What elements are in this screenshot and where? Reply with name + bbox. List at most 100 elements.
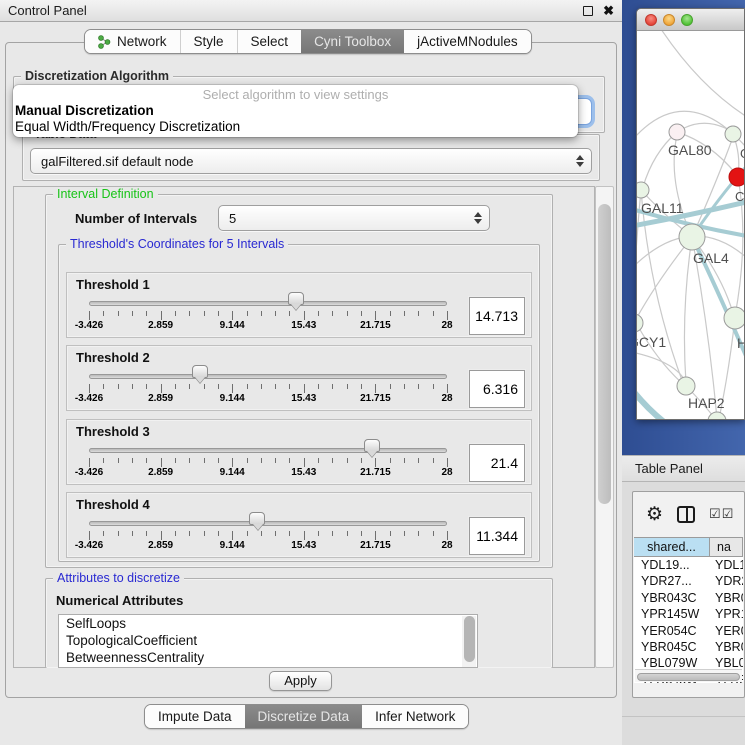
network-node[interactable] (637, 182, 649, 198)
table-row[interactable]: YER054CYER0 (634, 623, 743, 639)
columns-icon[interactable] (677, 506, 695, 523)
scrollbar-thumb[interactable] (598, 204, 611, 504)
cell-shared-name[interactable]: YDL19... (634, 557, 710, 573)
threshold-slider[interactable]: -3.4262.8599.14415.4321.71528 (89, 493, 447, 559)
attribute-item[interactable]: BetweennessCentrality (59, 649, 477, 666)
tab-network[interactable]: Network (85, 30, 180, 53)
network-node-label: GCY1 (637, 334, 666, 350)
tab-infer-network[interactable]: Infer Network (362, 705, 468, 728)
cell-name[interactable]: YDR2 (710, 573, 743, 589)
slider-track[interactable] (89, 301, 447, 306)
attributes-list-scrollbar[interactable] (462, 616, 476, 668)
apply-button[interactable]: Apply (269, 671, 332, 691)
cell-name[interactable]: YBR0 (710, 639, 743, 655)
cell-name[interactable]: YPR1 (710, 606, 743, 622)
slider-thumb-icon[interactable] (288, 292, 304, 305)
network-node[interactable] (724, 307, 744, 329)
tab-jactivemnodules[interactable]: jActiveMNodules (404, 30, 531, 53)
cell-shared-name[interactable]: YBR045C (634, 639, 710, 655)
dropdown-hint: Select algorithm to view settings (13, 87, 578, 103)
table-panel-titlebar: Table Panel (622, 455, 745, 482)
slider-ticks (89, 531, 447, 540)
threshold-value-field[interactable]: 14.713 (469, 297, 525, 335)
network-edge[interactable] (637, 321, 683, 384)
network-node[interactable] (679, 224, 705, 250)
column-header-shared[interactable]: shared... (634, 537, 710, 557)
table-data-combobox[interactable]: galFiltered.sif default node (30, 148, 592, 174)
minimize-traffic-light-icon[interactable] (663, 14, 675, 26)
dropdown-option-manual[interactable]: Manual Discretization (13, 103, 578, 119)
network-edge[interactable] (657, 31, 744, 123)
tab-select[interactable]: Select (237, 30, 302, 53)
tick-label: 2.859 (148, 320, 173, 331)
slider-track[interactable] (89, 521, 447, 526)
cell-name[interactable]: YBR0 (710, 590, 743, 606)
slider-thumb-icon[interactable] (249, 512, 265, 525)
threshold-row: Threshold 4 -3.4262.8599.14415.4321.7152… (66, 492, 532, 558)
table-row[interactable]: YDL19...YDL1 (634, 557, 743, 573)
slider-tick-labels: -3.4262.8599.14415.4321.71528 (89, 540, 447, 553)
table-row[interactable]: YPR145WYPR1 (634, 606, 743, 622)
cell-shared-name[interactable]: YPR145W (634, 606, 710, 622)
table-panel-inner: ⚙ ☑☑ shared... na YDL19...YDL1YDR27...YD… (632, 491, 745, 698)
cell-shared-name[interactable]: YER054C (634, 623, 710, 639)
thresholds-group-title: Threshold's Coordinates for 5 Intervals (66, 237, 288, 251)
tick-label: 21.715 (360, 320, 391, 331)
table-horizontal-scrollbar[interactable] (635, 669, 742, 682)
scrollbar-thumb[interactable] (464, 616, 475, 662)
attribute-item[interactable]: SelfLoops (59, 615, 477, 632)
network-edge[interactable] (643, 132, 677, 187)
tick-label: 28 (441, 467, 452, 478)
tab-cyni-toolbox[interactable]: Cyni Toolbox (301, 30, 404, 53)
dropdown-option-equal-width[interactable]: Equal Width/Frequency Discretization (13, 119, 578, 135)
node-table[interactable]: shared... na YDL19...YDL1YDR27...YDR2YBR… (634, 537, 743, 683)
table-row[interactable]: YBR045CYBR0 (634, 639, 743, 655)
close-traffic-light-icon[interactable] (645, 14, 657, 26)
threshold-value-field[interactable]: 21.4 (469, 444, 525, 482)
network-edge[interactable] (637, 237, 692, 321)
network-edge[interactable] (684, 237, 692, 383)
tab-style[interactable]: Style (180, 30, 237, 53)
column-header-name[interactable]: na (710, 537, 743, 557)
threshold-slider[interactable]: -3.4262.8599.14415.4321.71528 (89, 273, 447, 339)
network-view-window[interactable]: GAL80GACGAL11GAL4GCY1HHAP2 (636, 8, 745, 420)
slider-track[interactable] (89, 448, 447, 453)
tick-label: 9.144 (220, 540, 245, 551)
cell-shared-name[interactable]: YBR043C (634, 590, 710, 606)
tick-label: 21.715 (360, 467, 391, 478)
settings-vertical-scrollbar[interactable] (595, 186, 614, 668)
numerical-attributes-list[interactable]: SelfLoopsTopologicalCoefficientBetweenne… (58, 614, 478, 668)
zoom-traffic-light-icon[interactable] (681, 14, 693, 26)
network-node[interactable] (637, 314, 643, 332)
float-window-icon[interactable] (583, 6, 593, 16)
network-node[interactable] (677, 377, 695, 395)
select-checkboxes-icon[interactable]: ☑☑ (709, 506, 734, 522)
gear-icon[interactable]: ⚙ (646, 505, 663, 524)
close-icon[interactable]: ✖ (603, 6, 614, 16)
network-node[interactable] (729, 168, 744, 186)
network-edge-highlighted[interactable] (637, 383, 679, 419)
cell-name[interactable]: YER0 (710, 623, 743, 639)
network-node-label: GAL11 (641, 200, 684, 216)
network-canvas[interactable]: GAL80GACGAL11GAL4GCY1HHAP2 (637, 31, 744, 419)
scrollbar-thumb[interactable] (637, 673, 740, 681)
table-row[interactable]: YBR043CYBR0 (634, 590, 743, 606)
attribute-item[interactable]: TopologicalCoefficient (59, 632, 477, 649)
slider-track[interactable] (89, 374, 447, 379)
network-edge[interactable] (637, 351, 686, 383)
threshold-slider[interactable]: -3.4262.8599.14415.4321.71528 (89, 420, 447, 486)
slider-thumb-icon[interactable] (192, 365, 208, 378)
network-node[interactable] (669, 124, 685, 140)
tab-discretize-data[interactable]: Discretize Data (245, 705, 363, 728)
number-of-intervals-combobox[interactable]: 5 (218, 205, 490, 231)
cell-name[interactable]: YDL1 (710, 557, 743, 573)
threshold-value-field[interactable]: 11.344 (469, 517, 525, 555)
threshold-value-field[interactable]: 6.316 (469, 370, 525, 408)
cell-shared-name[interactable]: YDR27... (634, 573, 710, 589)
network-node[interactable] (725, 126, 741, 142)
table-row[interactable]: YDR27...YDR2 (634, 573, 743, 589)
tab-impute-data[interactable]: Impute Data (145, 705, 245, 728)
slider-thumb-icon[interactable] (364, 439, 380, 452)
table-toolbar: ⚙ ☑☑ (633, 492, 744, 536)
threshold-slider[interactable]: -3.4262.8599.14415.4321.71528 (89, 346, 447, 412)
